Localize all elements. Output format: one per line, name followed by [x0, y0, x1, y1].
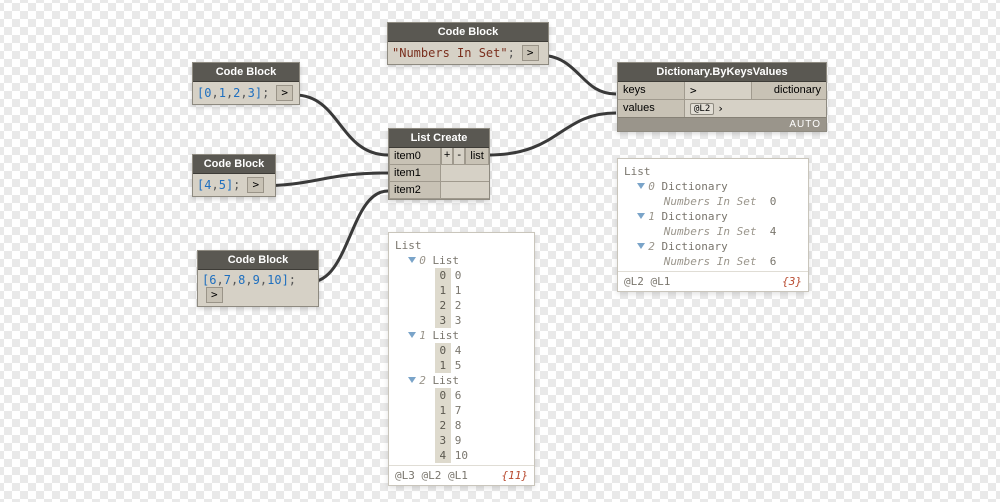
input-port-item0[interactable]: item0 — [389, 148, 441, 165]
node-title: Code Block — [198, 251, 318, 270]
add-port-button[interactable]: + — [441, 148, 453, 165]
watch-levels: @L2 @L1 — [624, 275, 670, 288]
output-port[interactable]: > — [206, 287, 223, 303]
input-port-item1[interactable]: item1 — [389, 165, 441, 182]
codeblock-node-678910[interactable]: Code Block [6,7,8,9,10]; > — [197, 250, 319, 307]
output-port[interactable]: > — [276, 85, 293, 101]
watch-content: List 0 Dictionary Numbers In Set 0 1 Dic… — [618, 159, 808, 271]
input-port-keys[interactable]: keys — [618, 82, 685, 99]
watch-levels: @L3 @L2 @L1 — [395, 469, 468, 482]
codeblock-node-0123[interactable]: Code Block [0,1,2,3]; > — [192, 62, 300, 105]
codeblock-node-keys[interactable]: Code Block "Numbers In Set"; > — [387, 22, 549, 65]
lacing-mode[interactable]: AUTO — [618, 117, 826, 131]
node-title: Dictionary.ByKeysValues — [618, 63, 826, 82]
list-create-node[interactable]: List Create item0 + - list item1 item2 — [388, 128, 490, 200]
watch-panel-dict: List 0 Dictionary Numbers In Set 0 1 Dic… — [617, 158, 809, 292]
remove-port-button[interactable]: - — [453, 148, 465, 165]
input-port-item2[interactable]: item2 — [389, 182, 441, 199]
chevron-right-icon: > — [690, 84, 697, 97]
code-content: "Numbers In Set"; — [392, 46, 515, 60]
node-title: Code Block — [193, 63, 299, 82]
code-content: [4,5]; — [197, 178, 240, 192]
watch-count: {3} — [782, 275, 802, 288]
codeblock-node-45[interactable]: Code Block [4,5]; > — [192, 154, 276, 197]
watch-content: List 0 List 00 11 22 33 1 List 04 15 2 L… — [389, 233, 534, 465]
chevron-right-icon: › — [717, 102, 724, 115]
node-title: Code Block — [388, 23, 548, 42]
output-port-list[interactable]: list — [465, 148, 489, 165]
output-port-dictionary[interactable]: dictionary — [751, 82, 826, 99]
watch-count: {11} — [502, 469, 529, 482]
output-port[interactable]: > — [247, 177, 264, 193]
code-content: [0,1,2,3]; — [197, 86, 269, 100]
node-title: List Create — [389, 129, 489, 148]
dictionary-bykeysvalues-node[interactable]: Dictionary.ByKeysValues keys > dictionar… — [617, 62, 827, 132]
code-content: [6,7,8,9,10]; — [202, 273, 296, 287]
output-port[interactable]: > — [522, 45, 539, 61]
watch-panel-list: List 0 List 00 11 22 33 1 List 04 15 2 L… — [388, 232, 535, 486]
lacing-pill[interactable]: @L2 — [690, 103, 714, 115]
input-port-values[interactable]: values — [618, 100, 685, 117]
node-title: Code Block — [193, 155, 275, 174]
